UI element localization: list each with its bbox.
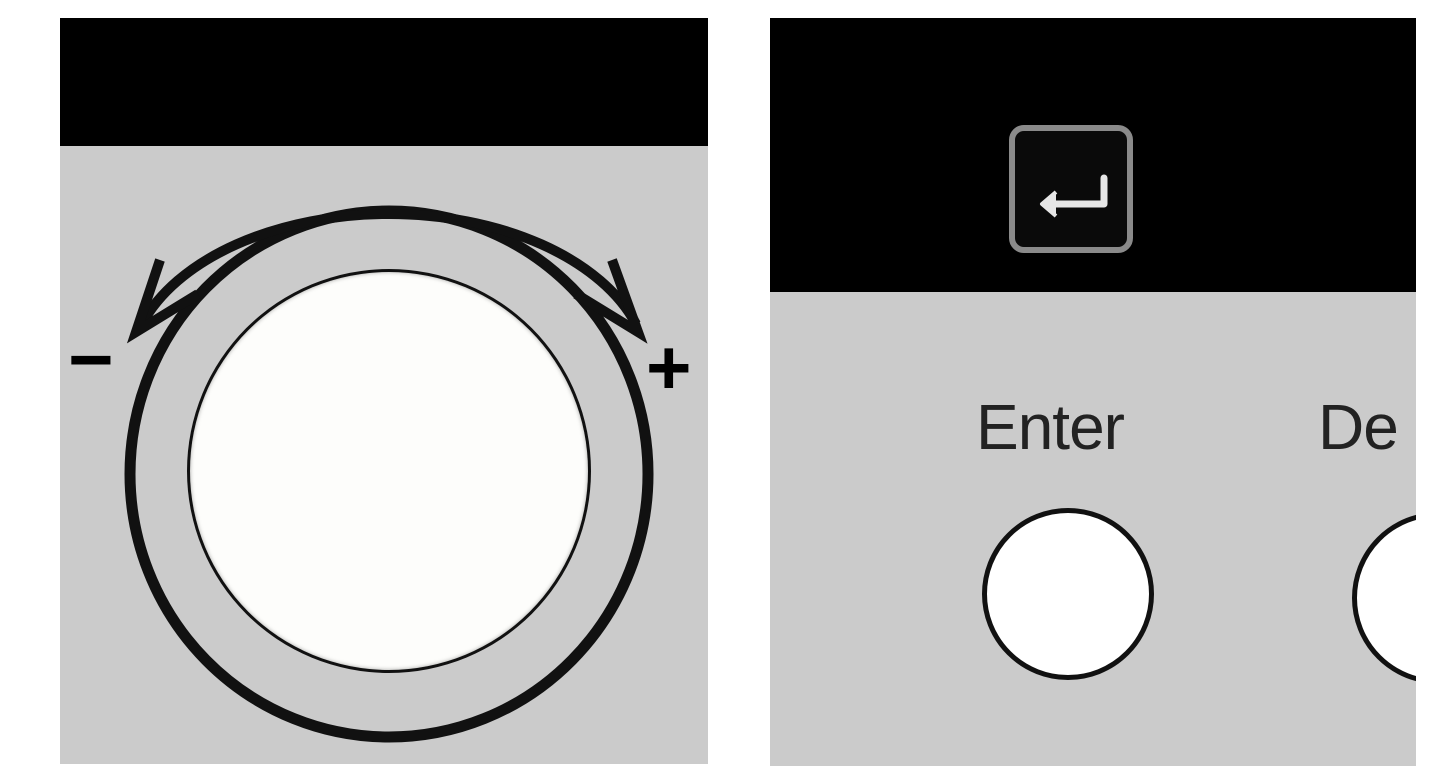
enter-button[interactable] [982,508,1154,680]
increase-label: + [646,323,692,411]
de-button[interactable] [1352,512,1416,684]
de-button-label: De [1318,391,1399,463]
jog-dial-knob[interactable] [190,272,588,670]
decrease-label: − [68,315,114,403]
enter-button-label: Enter [976,391,1125,463]
jog-dial-panel: − + [60,18,708,764]
enter-return-icon[interactable] [1006,122,1136,256]
buttons-panel: Enter De [770,18,1416,766]
buttons-panel-header [770,18,1416,292]
